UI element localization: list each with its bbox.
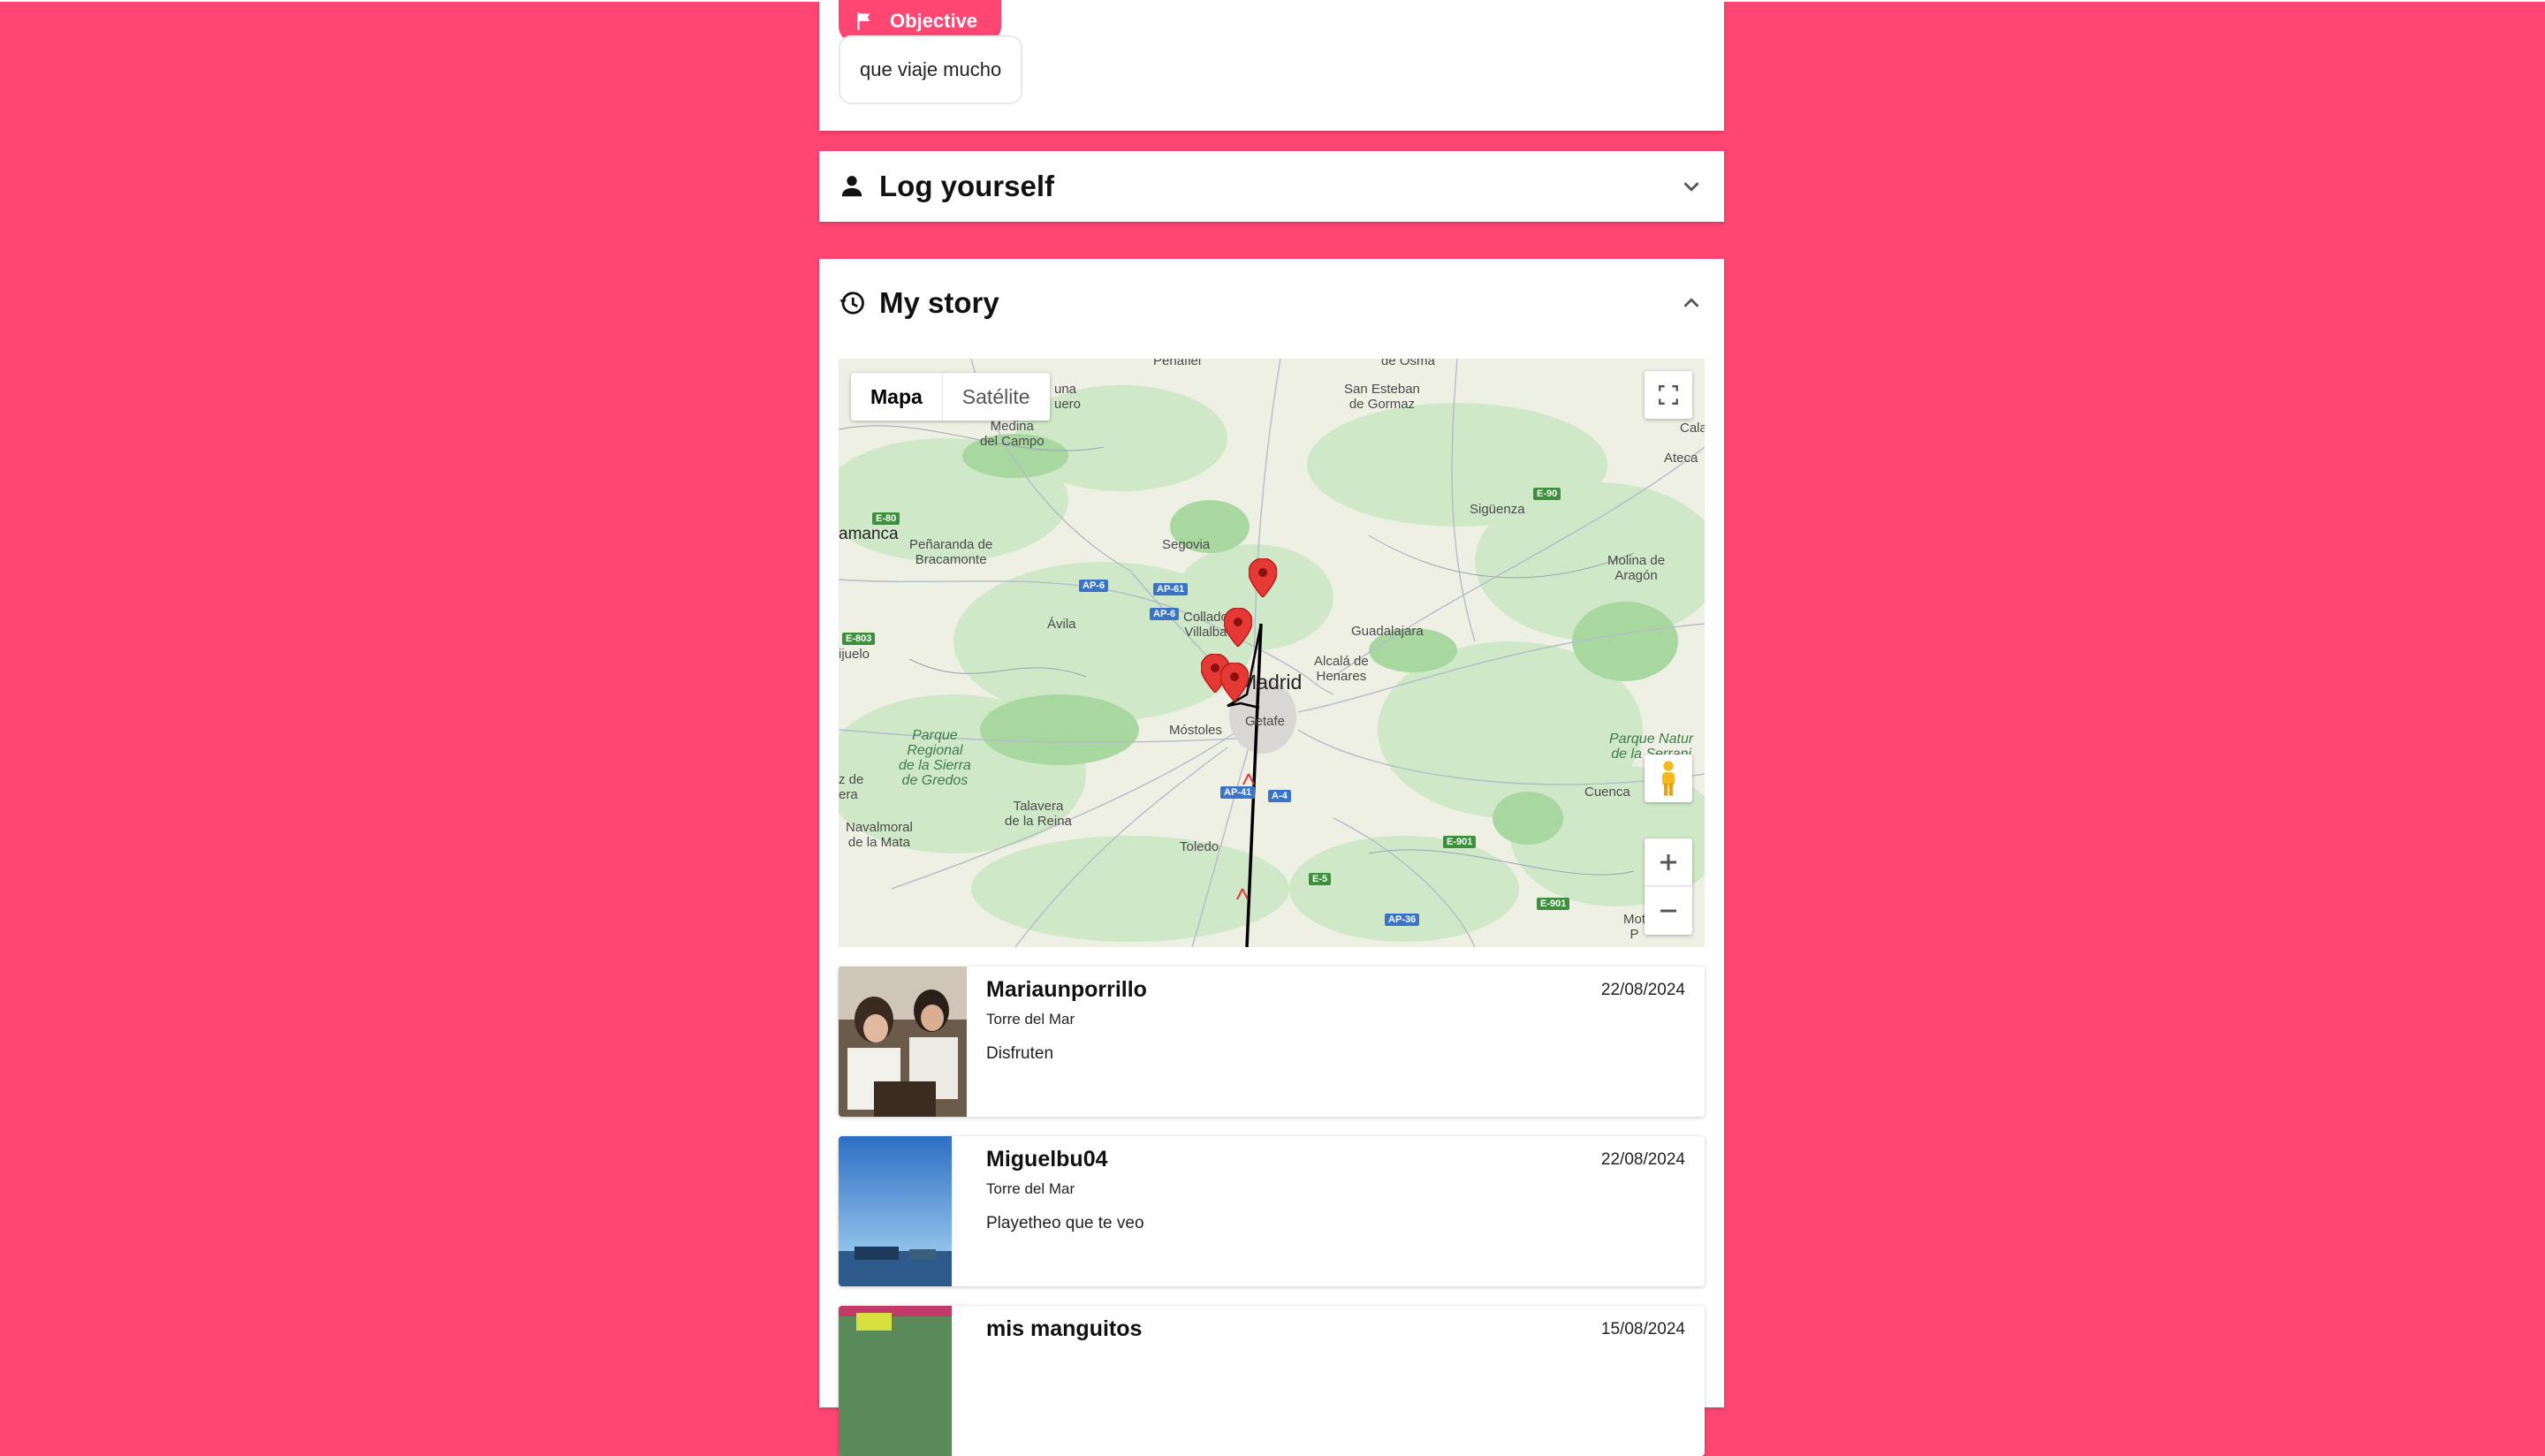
post-photo [839, 967, 967, 1117]
road-ap61: AP-61 [1153, 583, 1189, 595]
post-message: Disfruten [986, 1044, 1054, 1063]
road-a4: A-4 [1268, 790, 1291, 802]
minus-icon [1660, 909, 1676, 913]
map-pin-icon[interactable] [1224, 608, 1252, 647]
objective-chip-label: Objective [890, 10, 978, 32]
log-yourself-panel[interactable]: Log yourself [819, 151, 1724, 222]
place-collado: Collado Villalba [1183, 610, 1228, 640]
street-view-button[interactable] [1645, 755, 1692, 802]
road-e803: E-803 [842, 633, 876, 645]
place-getafe: Getafe [1245, 714, 1286, 729]
map-terrain [839, 359, 1705, 947]
post-message: Playetheo que te veo [986, 1214, 1144, 1232]
post-photo [839, 1136, 952, 1286]
road-ap6b: AP-6 [1150, 608, 1180, 620]
story-post[interactable]: Miguelbu04 Torre del Mar Playetheo que t… [839, 1136, 1705, 1286]
road-e901: E-901 [1443, 836, 1477, 848]
story-post[interactable]: mis manguitos 15/08/2024 [839, 1306, 1705, 1456]
fullscreen-icon [1659, 385, 1678, 405]
place-medina: Medina del Campo [980, 419, 1045, 449]
my-story-header[interactable]: My story [819, 259, 1724, 347]
place-osma: de Osma [1381, 359, 1435, 368]
flag-icon [857, 12, 870, 30]
place-guadalajara: Guadalajara [1351, 624, 1424, 639]
road-e901b: E-901 [1537, 898, 1570, 910]
place-talavera: Talavera de la Reina [1005, 799, 1072, 829]
place-penaranda: Peñaranda de Bracamonte [909, 537, 993, 567]
map-pin-icon[interactable] [1249, 558, 1277, 597]
post-date: 22/08/2024 [1600, 981, 1685, 999]
place-cuellar: una uero [1054, 382, 1082, 412]
place-navalmoral: Navalmoral de la Mata [846, 820, 913, 850]
objective-text: que viaje mucho [839, 35, 1023, 104]
post-username: Miguelbu04 [986, 1147, 1108, 1172]
post-date: 22/08/2024 [1600, 1150, 1685, 1169]
place-pujuelo: ijuelo [839, 647, 870, 662]
plus-icon [1660, 854, 1676, 870]
place-mostoles: Móstoles [1169, 723, 1223, 738]
place-gredos: Parque Regional de la Sierra de Gredos [899, 728, 971, 788]
zoom-in-button[interactable] [1645, 838, 1692, 886]
story-post[interactable]: Mariaunporrillo Torre del Mar Disfruten … [839, 967, 1705, 1117]
road-ap6: AP-6 [1079, 580, 1109, 592]
map-type-control: Mapa Satélite [851, 373, 1050, 421]
place-segovia: Segovia [1162, 537, 1211, 552]
place-san-esteban: San Esteban de Gormaz [1344, 382, 1420, 412]
objective-card: Objective que viaje mucho [819, 0, 1724, 131]
map-type-satellite-button[interactable]: Satélite [943, 373, 1050, 421]
post-date: 15/08/2024 [1600, 1320, 1685, 1338]
my-story-title: My story [879, 286, 999, 319]
pegman-icon [1662, 761, 1675, 796]
map-pin-icon[interactable] [1220, 663, 1249, 701]
road-ap41: AP-41 [1220, 786, 1256, 799]
place-avila: Ávila [1047, 617, 1076, 632]
place-penafiel: Peñafiel [1153, 359, 1202, 368]
road-e80: E-80 [872, 512, 900, 525]
post-photo [839, 1306, 952, 1456]
zoom-out-button[interactable] [1645, 886, 1692, 935]
place-alcala: Alcalá de Henares [1314, 654, 1369, 684]
chevron-up-icon[interactable] [1678, 290, 1705, 316]
place-cala: Cala [1680, 421, 1705, 436]
place-madrid: Madrid [1240, 671, 1303, 694]
post-location: Torre del Mar [986, 1011, 1075, 1028]
map-type-map-button[interactable]: Mapa [851, 373, 943, 421]
place-salamanca: amanca [839, 525, 899, 543]
post-username: Mariaunporrillo [986, 977, 1147, 1002]
post-username: mis manguitos [986, 1316, 1143, 1341]
log-yourself-title: Log yourself [879, 170, 1055, 202]
story-map[interactable]: Peñafiel de Osma San Esteban de Gormaz u… [839, 359, 1705, 947]
my-story-panel: My story Peñafiel de Osma San Esteban de… [819, 259, 1724, 1456]
place-cuenca: Cuenca [1584, 785, 1630, 800]
history-icon [839, 292, 864, 315]
person-icon [841, 176, 862, 197]
log-yourself-header[interactable]: Log yourself [819, 151, 1724, 222]
place-mot: Mot P [1623, 912, 1646, 942]
road-e5: E-5 [1309, 873, 1332, 885]
place-za-de: z de era [839, 772, 864, 802]
place-molina: Molina de Aragón [1607, 553, 1666, 583]
place-toledo: Toledo [1180, 839, 1219, 854]
place-siguenza: Sigüenza [1470, 502, 1525, 517]
chevron-down-icon[interactable] [1678, 173, 1705, 200]
fullscreen-button[interactable] [1645, 371, 1692, 419]
post-location: Torre del Mar [986, 1180, 1075, 1197]
road-ap36: AP-36 [1385, 914, 1420, 926]
road-e90: E-90 [1533, 488, 1561, 500]
place-ateca: Ateca [1664, 451, 1698, 466]
